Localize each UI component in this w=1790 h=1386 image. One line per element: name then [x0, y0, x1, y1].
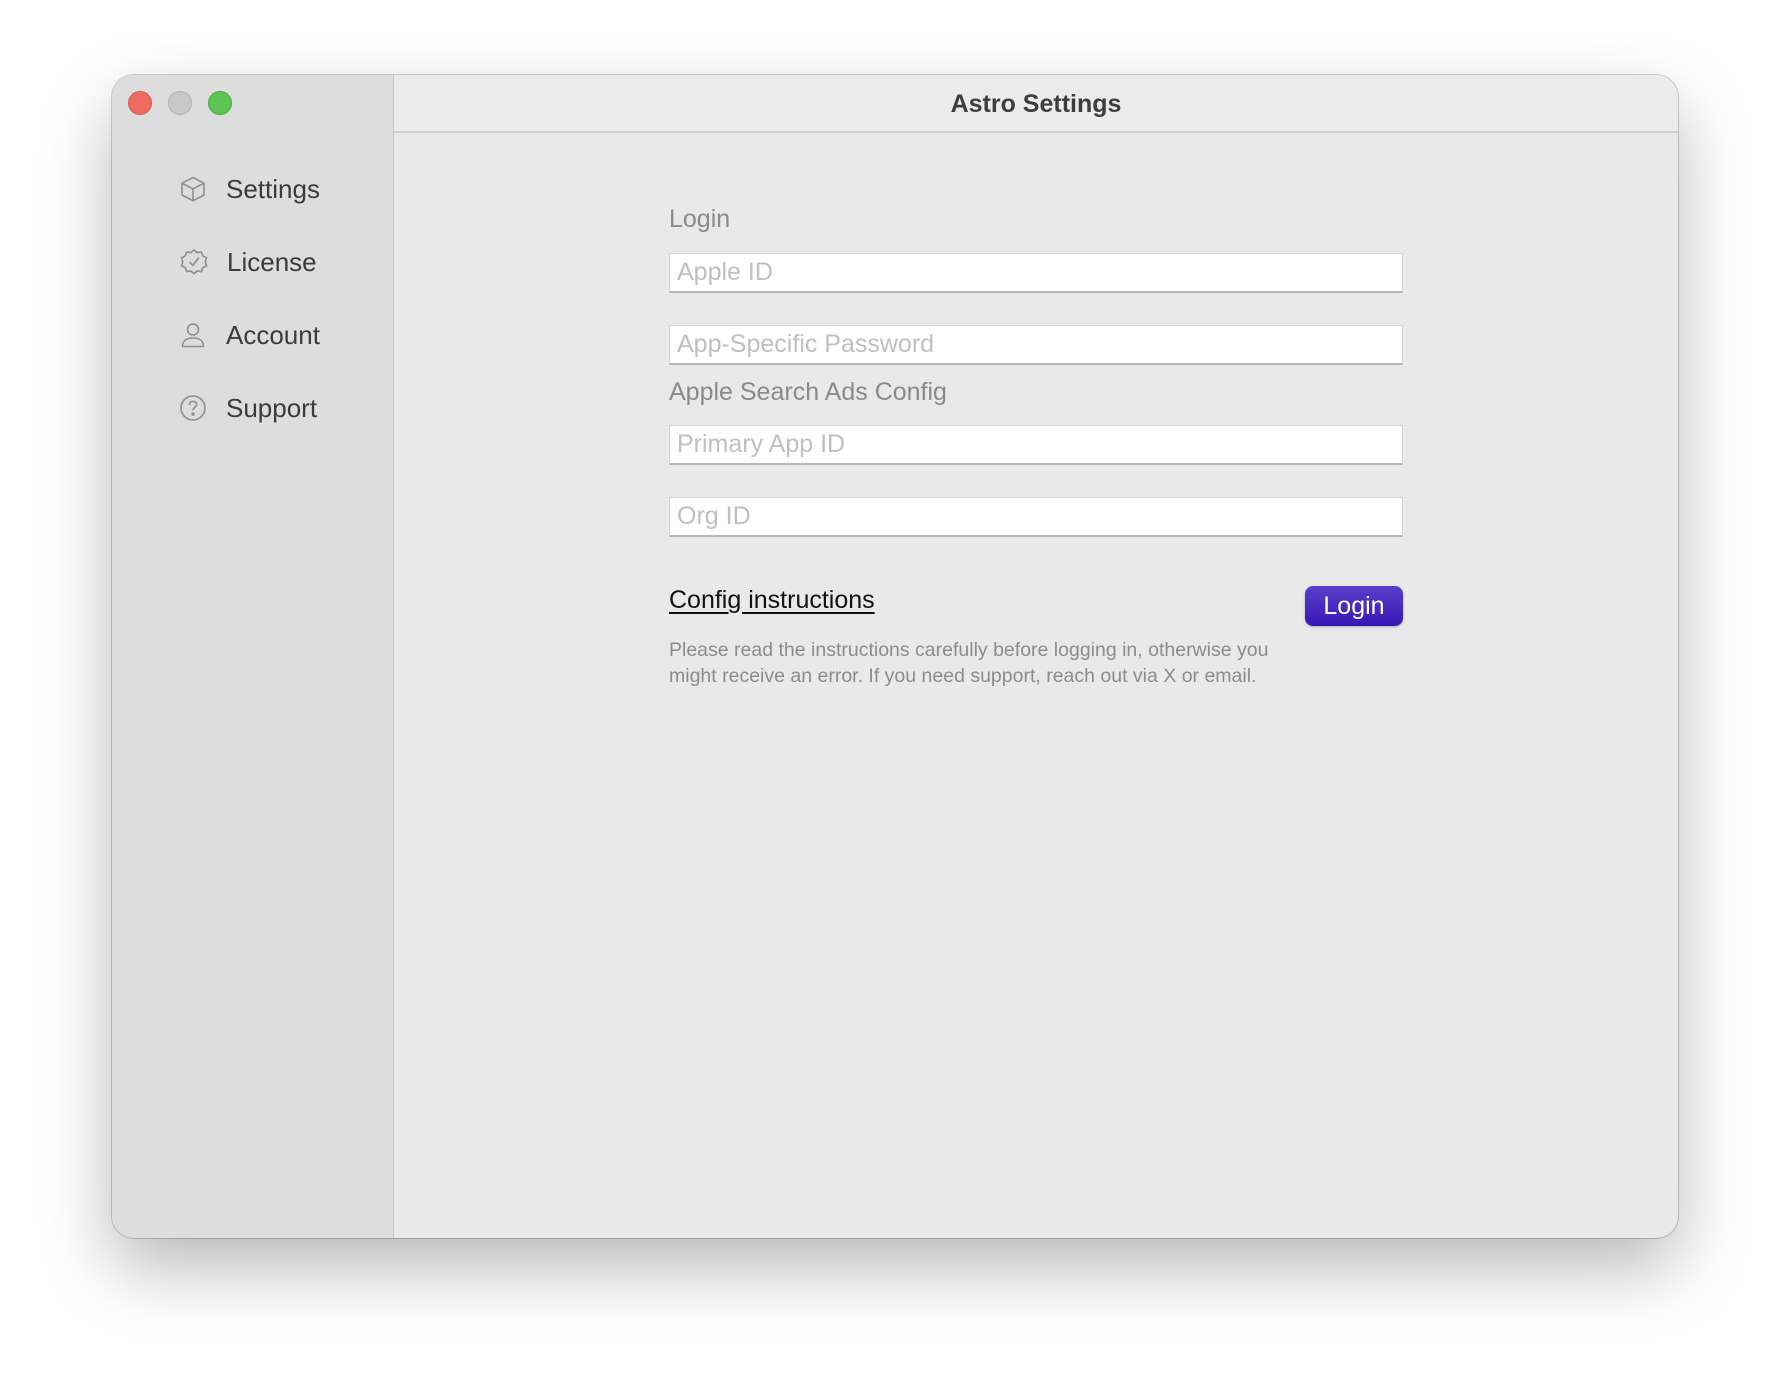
title-bar: Astro Settings	[394, 75, 1678, 133]
cube-icon	[178, 174, 208, 204]
person-icon	[178, 320, 208, 350]
zoom-window-button[interactable]	[208, 91, 232, 115]
sidebar-item-account[interactable]: Account	[178, 315, 320, 355]
close-window-button[interactable]	[128, 91, 152, 115]
window-title: Astro Settings	[950, 89, 1122, 118]
checkmark-seal-icon	[179, 247, 209, 277]
question-circle-icon	[178, 393, 208, 423]
org-id-input[interactable]	[669, 497, 1403, 537]
sidebar-item-settings[interactable]: Settings	[178, 169, 320, 209]
sidebar-item-support[interactable]: Support	[178, 388, 317, 428]
login-section-label: Login	[669, 205, 731, 233]
primary-app-id-input[interactable]	[669, 425, 1403, 465]
sidebar: Settings License Account Support	[112, 75, 394, 1238]
ads-config-section-label: Apple Search Ads Config	[669, 378, 947, 406]
sidebar-item-label: License	[227, 246, 317, 277]
minimize-window-button[interactable]	[168, 91, 192, 115]
apple-id-input[interactable]	[669, 253, 1403, 293]
sidebar-item-label: Support	[226, 392, 318, 423]
app-specific-password-input[interactable]	[669, 325, 1403, 365]
login-button[interactable]: Login	[1305, 586, 1403, 626]
config-instructions-link[interactable]: Config instructions	[669, 586, 875, 615]
sidebar-item-label: Account	[226, 319, 320, 350]
sidebar-item-label: Settings	[226, 173, 320, 204]
settings-window: Settings License Account Support Astro S…	[112, 75, 1678, 1238]
sidebar-item-license[interactable]: License	[179, 242, 317, 282]
login-help-text: Please read the instructions carefully b…	[669, 639, 1269, 687]
